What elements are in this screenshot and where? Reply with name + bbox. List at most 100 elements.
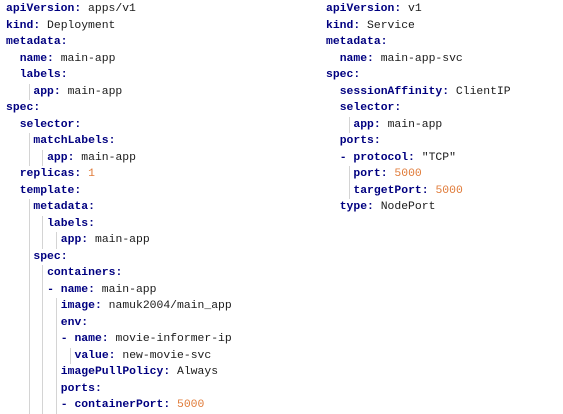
- yaml-value: NodePort: [380, 201, 436, 213]
- indent-guide: [42, 215, 44, 232]
- yaml-value: apps/v1: [88, 3, 136, 15]
- yaml-value: 5000: [435, 184, 463, 197]
- code-line: replicas: 1: [6, 166, 306, 183]
- yaml-value: new-movie-svc: [122, 349, 212, 362]
- yaml-value: main-app: [94, 234, 150, 246]
- code-line: name: main-app-svc: [326, 51, 556, 68]
- indent-guide: [42, 331, 44, 348]
- yaml-key: containerPort:: [74, 399, 171, 411]
- code-line: spec:: [326, 67, 556, 84]
- code-line: app: main-app: [326, 116, 556, 133]
- yaml-key: selector:: [19, 118, 82, 131]
- yaml-value: Service: [367, 19, 415, 32]
- indent-guide: [55, 314, 57, 331]
- indent-guide: [55, 331, 57, 348]
- yaml-key: spec:: [326, 69, 361, 81]
- yaml-value: ClientIP: [455, 85, 511, 98]
- yaml-key: ports:: [60, 382, 102, 395]
- indent-guide: [348, 166, 350, 183]
- code-line: selector:: [326, 100, 556, 117]
- yaml-key: labels:: [19, 69, 68, 81]
- indent-guide: [42, 281, 44, 298]
- code-line: labels:: [6, 215, 306, 232]
- yaml-key: metadata:: [33, 201, 95, 213]
- yaml-key: containers:: [47, 267, 123, 279]
- yaml-value: 1: [88, 168, 95, 180]
- code-line: template:: [6, 183, 306, 200]
- indent-guide: [28, 364, 30, 381]
- indent-guide: [28, 232, 30, 249]
- indent-guide: [55, 380, 57, 397]
- indent-guide: [69, 347, 71, 364]
- yaml-value: main-app: [387, 118, 443, 131]
- code-line: labels:: [6, 67, 306, 84]
- indent-guide: [348, 182, 350, 199]
- yaml-value: Always: [177, 366, 219, 378]
- yaml-key: env:: [60, 316, 89, 329]
- indent-guide: [42, 347, 44, 364]
- deployment-yaml-pane: apiVersion: apps/v1 kind: Deployment metad…: [6, 1, 306, 414]
- code-line: app: main-app: [6, 83, 306, 100]
- code-line: name: main-app: [6, 51, 306, 68]
- yaml-key: app:: [33, 85, 61, 98]
- indent-guide: [28, 281, 30, 298]
- code-line: apiVersion: apps/v1: [6, 1, 306, 18]
- indent-guide: [55, 364, 57, 381]
- code-line: - protocol: "TCP": [326, 150, 556, 167]
- yaml-value: v1: [408, 3, 422, 15]
- indent-guide: [28, 265, 30, 282]
- yaml-key: protocol:: [353, 151, 415, 164]
- indent-guide: [55, 298, 57, 315]
- code-line: sessionAffinity: ClientIP: [326, 84, 556, 101]
- code-line: metadata:: [6, 199, 306, 216]
- code-line: port: 5000: [326, 166, 556, 183]
- code-line: spec:: [6, 100, 306, 117]
- indent-guide: [28, 314, 30, 331]
- code-line: env:: [6, 314, 306, 331]
- indent-guide: [28, 215, 30, 232]
- yaml-key: name:: [339, 52, 374, 65]
- indent-guide: [42, 314, 44, 331]
- code-line: imagePullPolicy: Always: [6, 364, 306, 381]
- indent-guide: [28, 199, 30, 216]
- yaml-key: apiVersion:: [6, 3, 82, 15]
- indent-guide: [42, 265, 44, 282]
- list-dash: -: [47, 283, 61, 296]
- indent-guide: [55, 397, 57, 414]
- code-line: metadata:: [6, 34, 306, 51]
- indent-guide: [28, 347, 30, 364]
- code-line: targetPort: 5000: [326, 182, 556, 199]
- code-line: app: main-app: [6, 232, 306, 249]
- yaml-value: main-app: [60, 52, 116, 65]
- code-line: kind: Service: [326, 18, 556, 35]
- yaml-value: 5000: [177, 399, 205, 411]
- yaml-key: name:: [19, 52, 54, 65]
- indent-guide: [348, 116, 350, 133]
- yaml-key: app:: [47, 151, 75, 164]
- indent-guide: [28, 248, 30, 265]
- code-line: containers:: [6, 265, 306, 282]
- indent-guide: [42, 380, 44, 397]
- indent-guide: [28, 331, 30, 348]
- list-dash: -: [60, 333, 75, 345]
- code-line: spec:: [6, 248, 306, 265]
- yaml-key: metadata:: [6, 36, 68, 48]
- yaml-key: name:: [74, 333, 109, 345]
- yaml-key: replicas:: [19, 168, 82, 180]
- code-line: ports:: [326, 133, 556, 150]
- indent-guide: [28, 380, 30, 397]
- indent-guide: [55, 232, 57, 249]
- yaml-key: name:: [60, 283, 95, 296]
- yaml-key: matchLabels:: [33, 135, 116, 147]
- yaml-key: labels:: [47, 217, 95, 230]
- code-line: selector:: [6, 117, 306, 134]
- list-dash: -: [339, 151, 354, 164]
- indent-guide: [28, 83, 30, 100]
- indent-guide: [42, 298, 44, 315]
- indent-guide: [42, 232, 44, 249]
- yaml-value: 5000: [394, 168, 422, 180]
- yaml-key: image:: [60, 300, 102, 312]
- yaml-key: type:: [339, 201, 374, 213]
- code-line: image: namuk2004/main_app: [6, 298, 306, 315]
- code-line: value: new-movie-svc: [6, 347, 306, 364]
